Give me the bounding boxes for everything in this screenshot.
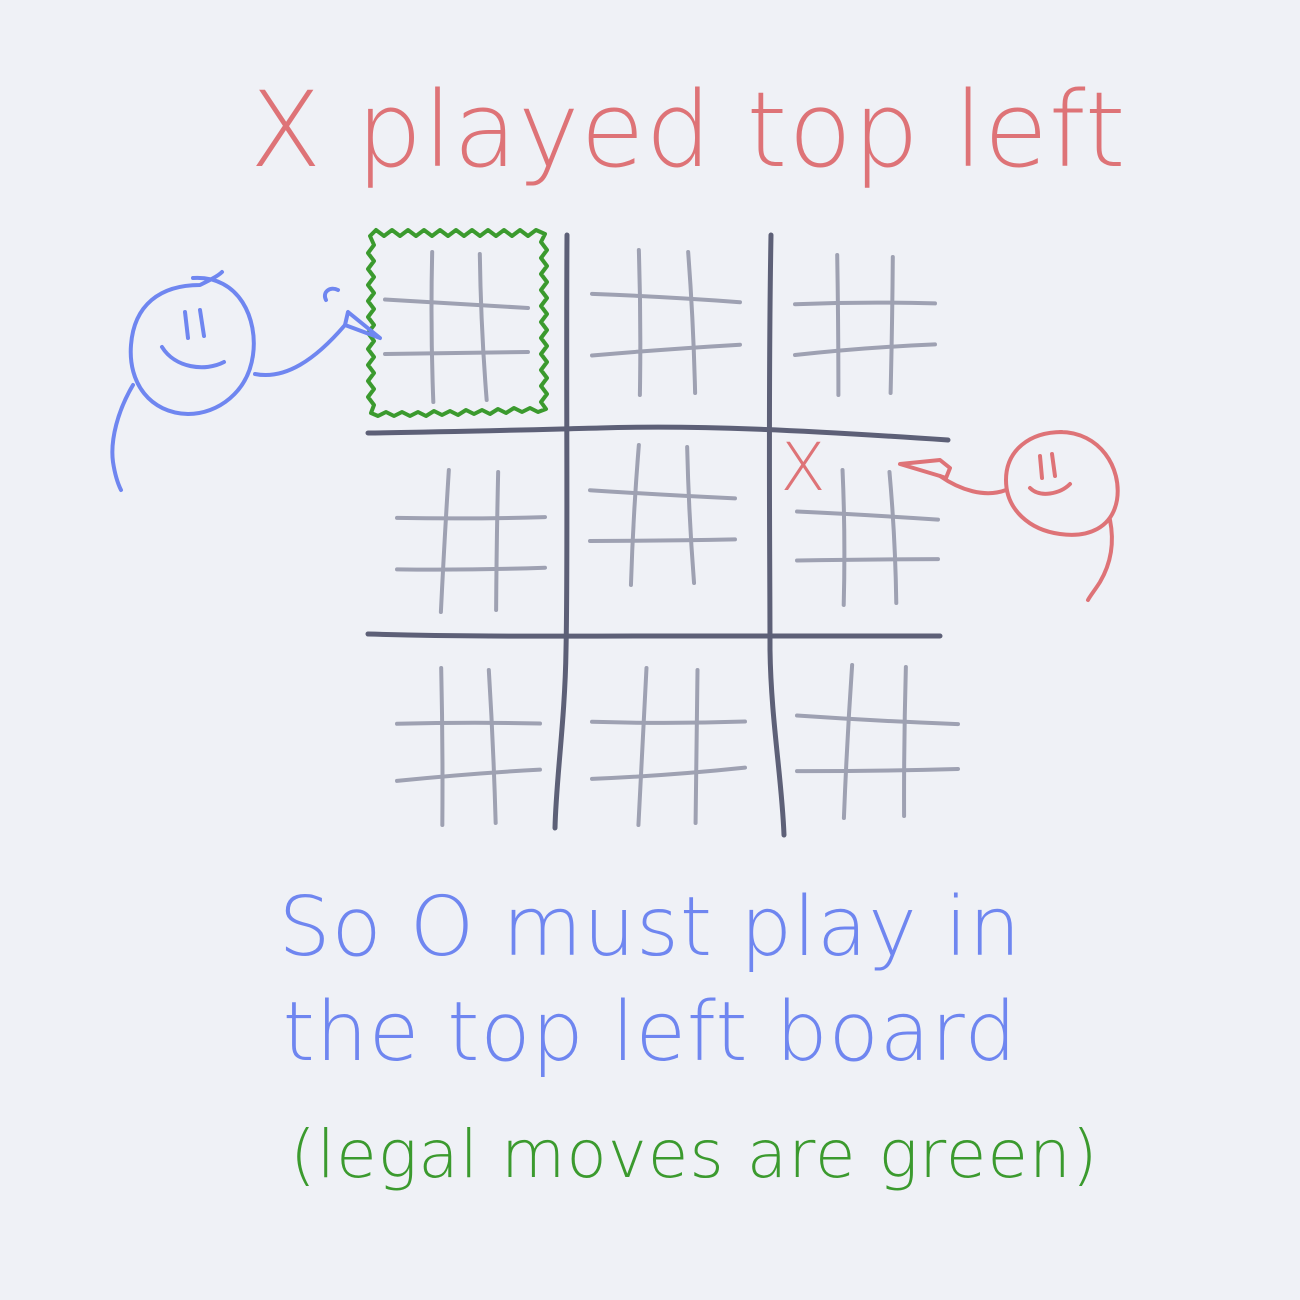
grid-line (588, 537, 737, 543)
grid-line (395, 565, 547, 572)
grid-line (793, 300, 937, 307)
main-board-grid (365, 232, 951, 838)
grid-line (590, 342, 742, 358)
grid-line (395, 720, 542, 726)
local-boards (383, 248, 960, 827)
grid-line (795, 713, 960, 727)
grid-line (477, 252, 489, 402)
grid-line (693, 668, 700, 825)
local-board-0-0 (383, 250, 530, 404)
grid-line (383, 350, 530, 356)
board-diagram: X (110, 228, 1120, 838)
grid-line (887, 470, 899, 605)
local-board-1-1 (588, 443, 737, 587)
grid-line (902, 665, 908, 818)
grid-line (840, 468, 847, 607)
caption-line-1: So O must play in (278, 880, 1022, 975)
grid-line (793, 342, 937, 357)
local-board-0-2 (793, 253, 937, 397)
grid-line (494, 470, 501, 612)
local-board-0-1 (590, 248, 742, 397)
grid-line (590, 765, 747, 781)
legal-board-highlight (366, 228, 549, 418)
grid-line (383, 297, 530, 310)
o-player-figure (110, 270, 382, 492)
grid-line (888, 255, 895, 395)
grid-line (685, 445, 697, 585)
grid-line (686, 250, 698, 395)
grid-line (438, 468, 451, 614)
grid-line (590, 719, 747, 725)
grid-line (429, 250, 436, 404)
x-mark: X (780, 429, 825, 506)
grid-line (439, 666, 445, 827)
grid-line (395, 767, 542, 783)
grid-line (395, 515, 547, 521)
grid-line (628, 443, 641, 587)
legal-moves-note: (legal moves are green) (290, 1116, 1099, 1193)
x-player-figure (898, 430, 1120, 602)
caption-line-2: the top left board (282, 985, 1018, 1080)
grid-line (590, 291, 742, 305)
grid-line (588, 488, 737, 501)
o-player-icon (110, 270, 382, 492)
local-board-2-0 (395, 666, 542, 827)
grid-line (636, 666, 649, 827)
local-board-2-1 (590, 666, 747, 827)
grid-line (835, 253, 841, 397)
grid-line (795, 557, 940, 563)
local-board-1-0 (395, 468, 547, 614)
title: X played top left (250, 69, 1127, 191)
grid-line (795, 766, 960, 774)
grid-line (486, 668, 498, 825)
x-player-icon (898, 430, 1120, 602)
grid-line (795, 509, 940, 522)
grid-line (636, 248, 643, 397)
grid-line (841, 663, 855, 820)
local-board-2-2 (795, 663, 960, 820)
